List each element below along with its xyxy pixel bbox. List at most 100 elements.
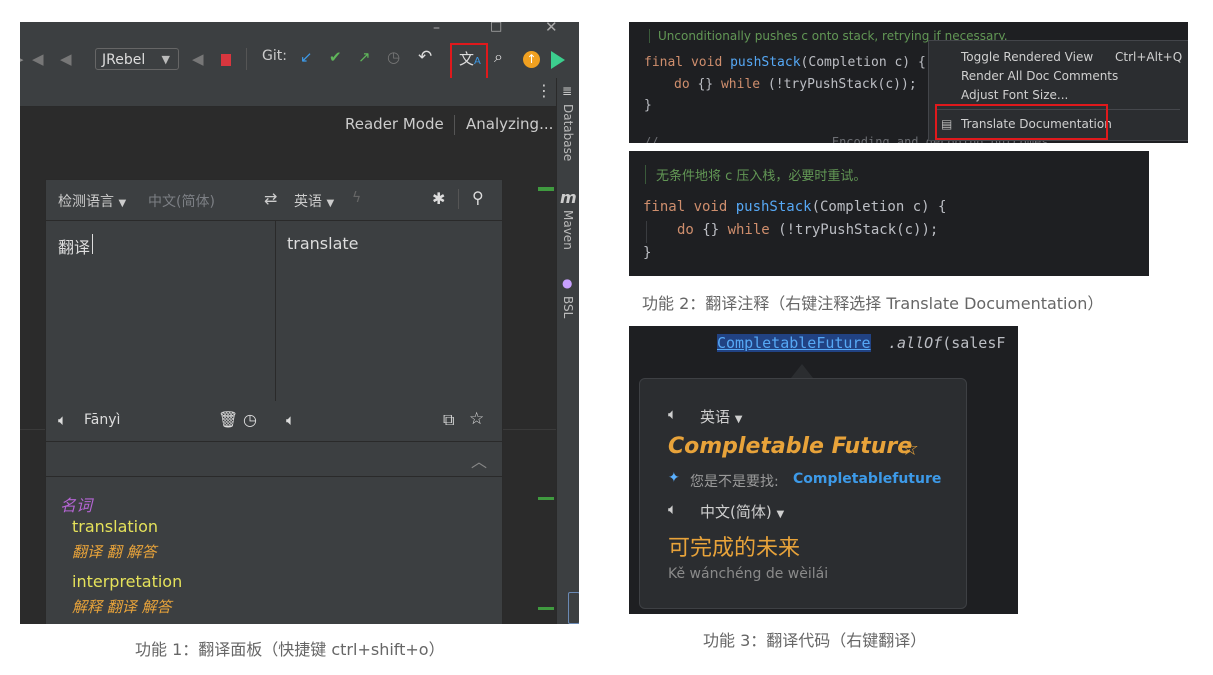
search-icon[interactable]: ⌕ xyxy=(494,47,503,67)
plugin-logo-icon[interactable] xyxy=(551,51,565,69)
translate-documentation-highlight xyxy=(935,104,1108,140)
popup-header: 检测语言 ▼ 中文(简体) ⇄ 英语 ▼ ϟ ✱ ⚲ xyxy=(46,180,502,221)
tooltip-pointer xyxy=(791,364,813,378)
chevron-down-icon: ▼ xyxy=(776,509,785,520)
copy-icon[interactable]: ⧉ xyxy=(443,410,454,430)
editor-tabs-bar: ⋮ xyxy=(20,78,556,107)
code-line: } xyxy=(644,98,652,113)
caption-feature-3: 功能 3：翻译代码（右键翻译） xyxy=(703,631,927,650)
maximize-icon[interactable]: □ xyxy=(490,22,502,34)
source-text-area[interactable]: 翻译 xyxy=(46,221,274,401)
translation-popup: 检测语言 ▼ 中文(简体) ⇄ 英语 ▼ ϟ ✱ ⚲ 翻译 translate … xyxy=(45,179,503,624)
database-tool-button[interactable]: Database xyxy=(561,104,575,161)
spelling-suggestion-link[interactable]: Completablefuture xyxy=(793,471,941,487)
change-marker xyxy=(538,607,554,610)
text-cursor xyxy=(92,234,93,254)
caption-feature-1: 功能 1：翻译面板（快捷键 ctrl+shift+o） xyxy=(135,640,445,659)
maven-tool-button[interactable]: Maven xyxy=(561,210,575,250)
git-label: Git: xyxy=(262,48,287,64)
chevron-down-icon: ▼ xyxy=(161,53,170,66)
dictionary-meanings: 翻译 翻 解答 xyxy=(72,543,157,561)
translated-text: translate xyxy=(287,234,359,253)
source-language-select[interactable]: 检测语言 ▼ xyxy=(58,191,126,211)
code-line: do {} while (!tryPushStack(c)); xyxy=(674,77,917,92)
divider xyxy=(458,189,459,209)
git-update-icon[interactable]: ↙ xyxy=(300,48,313,66)
spelling-suggestion-prefix: 您是不是要找: xyxy=(690,474,779,490)
more-options-icon[interactable]: ⋮ xyxy=(536,81,552,100)
caption-feature-2: 功能 2：翻译注释（右键注释选择 Translate Documentation… xyxy=(642,294,1104,313)
change-marker xyxy=(538,497,554,500)
update-available-icon[interactable]: ↑ xyxy=(523,51,540,68)
source-language-select[interactable]: 英语 ▼ xyxy=(700,406,743,427)
git-commit-icon[interactable]: ✔ xyxy=(329,48,342,66)
star-icon[interactable]: ☆ xyxy=(901,436,919,460)
analyzing-status: Analyzing... xyxy=(466,115,554,133)
speaker-icon[interactable]: 🔈︎ xyxy=(286,411,295,429)
menu-item-toggle-rendered-view[interactable]: Toggle Rendered View xyxy=(961,50,1093,64)
minimize-icon[interactable]: – xyxy=(433,22,440,36)
bsl-tool-button[interactable]: BSL xyxy=(561,296,575,318)
jrebel-update-icon[interactable]: ◀ xyxy=(192,50,204,68)
close-window-icon[interactable]: ✕ xyxy=(545,22,558,36)
doc-translate-before-screenshot: Unconditionally pushes c onto stack, ret… xyxy=(629,22,1188,143)
dictionary-word[interactable]: interpretation xyxy=(72,572,182,591)
reader-mode-link[interactable]: Reader Mode xyxy=(345,115,444,133)
lightning-icon[interactable]: ϟ xyxy=(352,190,361,206)
rebel-debug-icon[interactable]: ◀ xyxy=(60,50,72,68)
jrebel-config-select[interactable]: JRebel ▼ xyxy=(95,48,179,70)
source-phonetic: Fānyì xyxy=(84,412,121,428)
source-text: Completable Future xyxy=(668,434,913,459)
sparkle-icon: ✦ xyxy=(668,470,680,486)
right-tool-strip: ≣ Database m Maven ● BSL xyxy=(556,78,579,624)
target-language-select[interactable]: 中文(简体) ▼ xyxy=(700,501,784,522)
stop-icon[interactable] xyxy=(221,54,231,66)
dictionary-word[interactable]: translation xyxy=(72,517,158,536)
code-line: CompletableFuture .allOf(salesF xyxy=(629,326,1018,362)
dictionary-meanings: 解释 翻译 解答 xyxy=(72,598,172,616)
target-text-area: translate xyxy=(275,221,502,401)
chevron-down-icon: ▼ xyxy=(734,414,743,425)
git-history-icon[interactable]: ◷ xyxy=(387,48,400,66)
rebel-run-icon[interactable]: ◀ xyxy=(32,50,44,68)
code-line: final void pushStack(Completion c) { xyxy=(643,199,947,215)
detected-language-hint: 中文(简体) xyxy=(148,194,215,210)
dropdown-arrow-icon[interactable]: ▸ xyxy=(20,50,24,68)
code-line: do {} while (!tryPushStack(c)); xyxy=(677,222,939,238)
title-bar: – □ ✕ xyxy=(20,22,579,42)
code-rest: .allOf(salesF xyxy=(888,334,1006,352)
dictionary-toggle[interactable]: ︿ xyxy=(46,442,502,477)
change-marker xyxy=(538,187,554,191)
code-line: final void pushStack(Completion c) { xyxy=(644,55,926,70)
chevron-up-icon[interactable]: ︿ xyxy=(471,448,487,472)
speaker-icon[interactable]: 🔈︎ xyxy=(58,411,67,429)
pin-icon[interactable]: ⚲ xyxy=(472,188,484,207)
speaker-icon[interactable]: 🔈︎ xyxy=(668,405,677,423)
rollback-icon[interactable]: ↶ xyxy=(418,47,432,67)
target-language-select[interactable]: 英语 ▼ xyxy=(294,191,334,211)
translated-doc-comment: 无条件地将 c 压入栈，必要时重试。 xyxy=(645,165,866,184)
trash-icon[interactable]: 🗑︎ xyxy=(218,410,238,429)
star-icon[interactable]: ☆ xyxy=(469,409,484,429)
scroll-thumb[interactable] xyxy=(568,592,579,624)
speaker-icon[interactable]: 🔈︎ xyxy=(668,500,677,518)
translation-panel-screenshot: – □ ✕ ▸ ◀ ◀ JRebel ▼ ◀ Git: ↙ ✔ ↗ ◷ ↶ 文A… xyxy=(20,22,579,624)
history-icon[interactable]: ◷ xyxy=(243,410,257,429)
settings-gear-icon[interactable]: ✱ xyxy=(432,189,445,208)
swap-languages-icon[interactable]: ⇄ xyxy=(264,189,277,208)
git-push-icon[interactable]: ↗ xyxy=(358,48,371,66)
doc-translate-after-screenshot: 无条件地将 c 压入栈，必要时重试。 final void pushStack(… xyxy=(629,151,1149,276)
popup-action-bar: 🔈︎ Fānyì 🗑︎ ◷ 🔈︎ ⧉ ☆ xyxy=(46,401,502,442)
dictionary-panel: 名词 translation 翻译 翻 解答 interpretation 解释… xyxy=(46,477,502,624)
toolbar-divider xyxy=(246,48,247,70)
source-text: 翻译 xyxy=(58,238,91,257)
translated-text: 可完成的未来 xyxy=(668,536,801,561)
menu-item-adjust-font-size[interactable]: Adjust Font Size... xyxy=(961,88,1068,102)
divider xyxy=(454,115,455,135)
chevron-down-icon: ▼ xyxy=(118,198,127,209)
menu-item-render-all-doc-comments[interactable]: Render All Doc Comments xyxy=(961,69,1118,83)
database-icon: ≣ xyxy=(562,84,573,98)
translation-tooltip: 🔈︎ 英语 ▼ Completable Future ☆ ✦ 您是不是要找: C… xyxy=(639,378,967,609)
menu-shortcut: Ctrl+Alt+Q xyxy=(1115,50,1183,64)
selected-class-name[interactable]: CompletableFuture xyxy=(717,334,871,352)
